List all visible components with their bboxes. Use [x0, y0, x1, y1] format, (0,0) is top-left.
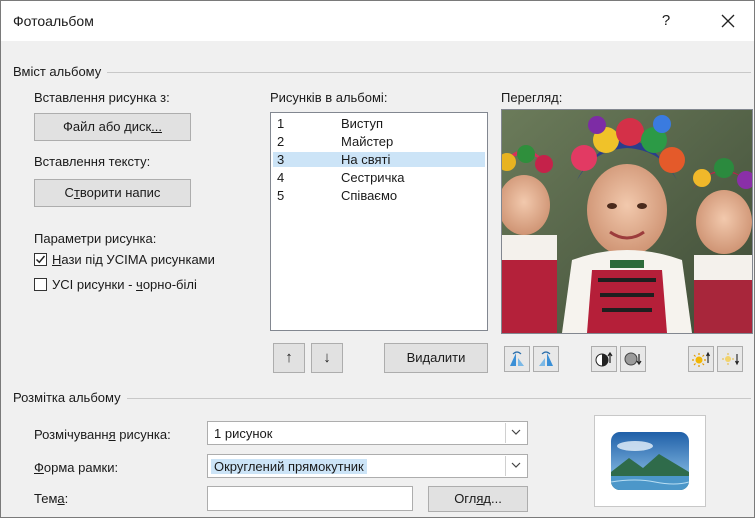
content-group-divider: [13, 72, 751, 73]
picture-layout-label: Розмічування рисунка:: [34, 427, 171, 442]
dropdown-button[interactable]: [505, 456, 526, 476]
content-group-label: Вміст альбому: [13, 64, 108, 79]
list-item-selected[interactable]: 3 На святі: [273, 152, 485, 167]
move-up-button[interactable]: ↑: [273, 343, 305, 373]
black-white-checkbox-label[interactable]: УСІ рисунки - чорно-білі: [52, 277, 197, 292]
insert-picture-label: Вставлення рисунка з:: [34, 90, 170, 105]
dialog-title: Фотоальбом: [13, 13, 94, 29]
contrast-up-icon: [595, 351, 613, 367]
help-button[interactable]: ?: [651, 9, 681, 33]
browse-button[interactable]: Огляд...: [428, 486, 528, 512]
insert-text-label: Вставлення тексту:: [34, 154, 151, 169]
black-white-checkbox[interactable]: [34, 278, 47, 291]
contrast-down-icon: [624, 352, 642, 366]
decrease-contrast-button[interactable]: [620, 346, 646, 372]
move-down-button[interactable]: ↓: [311, 343, 343, 373]
list-item[interactable]: 4 Сестричка: [273, 170, 485, 185]
captions-checkbox[interactable]: [34, 253, 47, 266]
title-bar: Фотоальбом ?: [1, 1, 754, 41]
picture-options-label: Параметри рисунка:: [34, 231, 157, 246]
file-or-disk-button[interactable]: Файл або диск...: [34, 113, 191, 141]
layout-group-label: Розмітка альбому: [13, 390, 127, 405]
rotate-right-icon: [539, 351, 553, 366]
pictures-listbox[interactable]: 1 Виступ 2 Майстер 3 На святі 4 Сестричка 5С…: [270, 112, 488, 331]
brightness-up-icon: [692, 351, 710, 367]
theme-label: Тема:: [34, 491, 69, 506]
remove-button[interactable]: Видалити: [384, 343, 488, 373]
brightness-down-icon: [722, 353, 739, 366]
dropdown-button[interactable]: [505, 423, 526, 443]
captions-checkbox-label[interactable]: Нази під УСІМА рисунками: [52, 252, 215, 267]
arrow-down-icon: ↓: [323, 349, 331, 366]
landscape-thumbnail: [611, 432, 689, 490]
create-textbox-button[interactable]: Створити напис: [34, 179, 191, 207]
frame-shape-preview: [594, 415, 706, 507]
photo-album-dialog: Фотоальбом ? Вміст альбому Вставлення ри…: [0, 0, 755, 518]
list-item[interactable]: 5 Співаємо: [273, 188, 485, 203]
preview-image: [501, 109, 753, 334]
chevron-down-icon: [511, 462, 521, 468]
rotate-left-icon: [510, 351, 524, 366]
rotate-right-button[interactable]: [533, 346, 559, 372]
arrow-up-icon: ↑: [285, 349, 293, 366]
close-button[interactable]: [713, 9, 743, 33]
close-icon: [721, 14, 735, 28]
frame-shape-label: Форма рамки:: [34, 460, 119, 475]
pictures-in-album-label: Рисунків в альбомі:: [270, 90, 388, 105]
check-icon: [35, 255, 46, 264]
rotate-left-button[interactable]: [504, 346, 530, 372]
chevron-down-icon: [511, 429, 521, 435]
list-item[interactable]: 2 Майстер: [273, 134, 485, 149]
decrease-brightness-button[interactable]: [717, 346, 743, 372]
preview-label: Перегляд:: [501, 90, 563, 105]
theme-input[interactable]: [207, 486, 413, 511]
picture-layout-select[interactable]: 1 рисунок: [207, 421, 528, 445]
increase-contrast-button[interactable]: [591, 346, 617, 372]
list-item[interactable]: 1 Виступ: [273, 116, 485, 131]
increase-brightness-button[interactable]: [688, 346, 714, 372]
preview-photo: [502, 110, 752, 333]
frame-shape-select[interactable]: Округлений прямокутник: [207, 454, 528, 478]
